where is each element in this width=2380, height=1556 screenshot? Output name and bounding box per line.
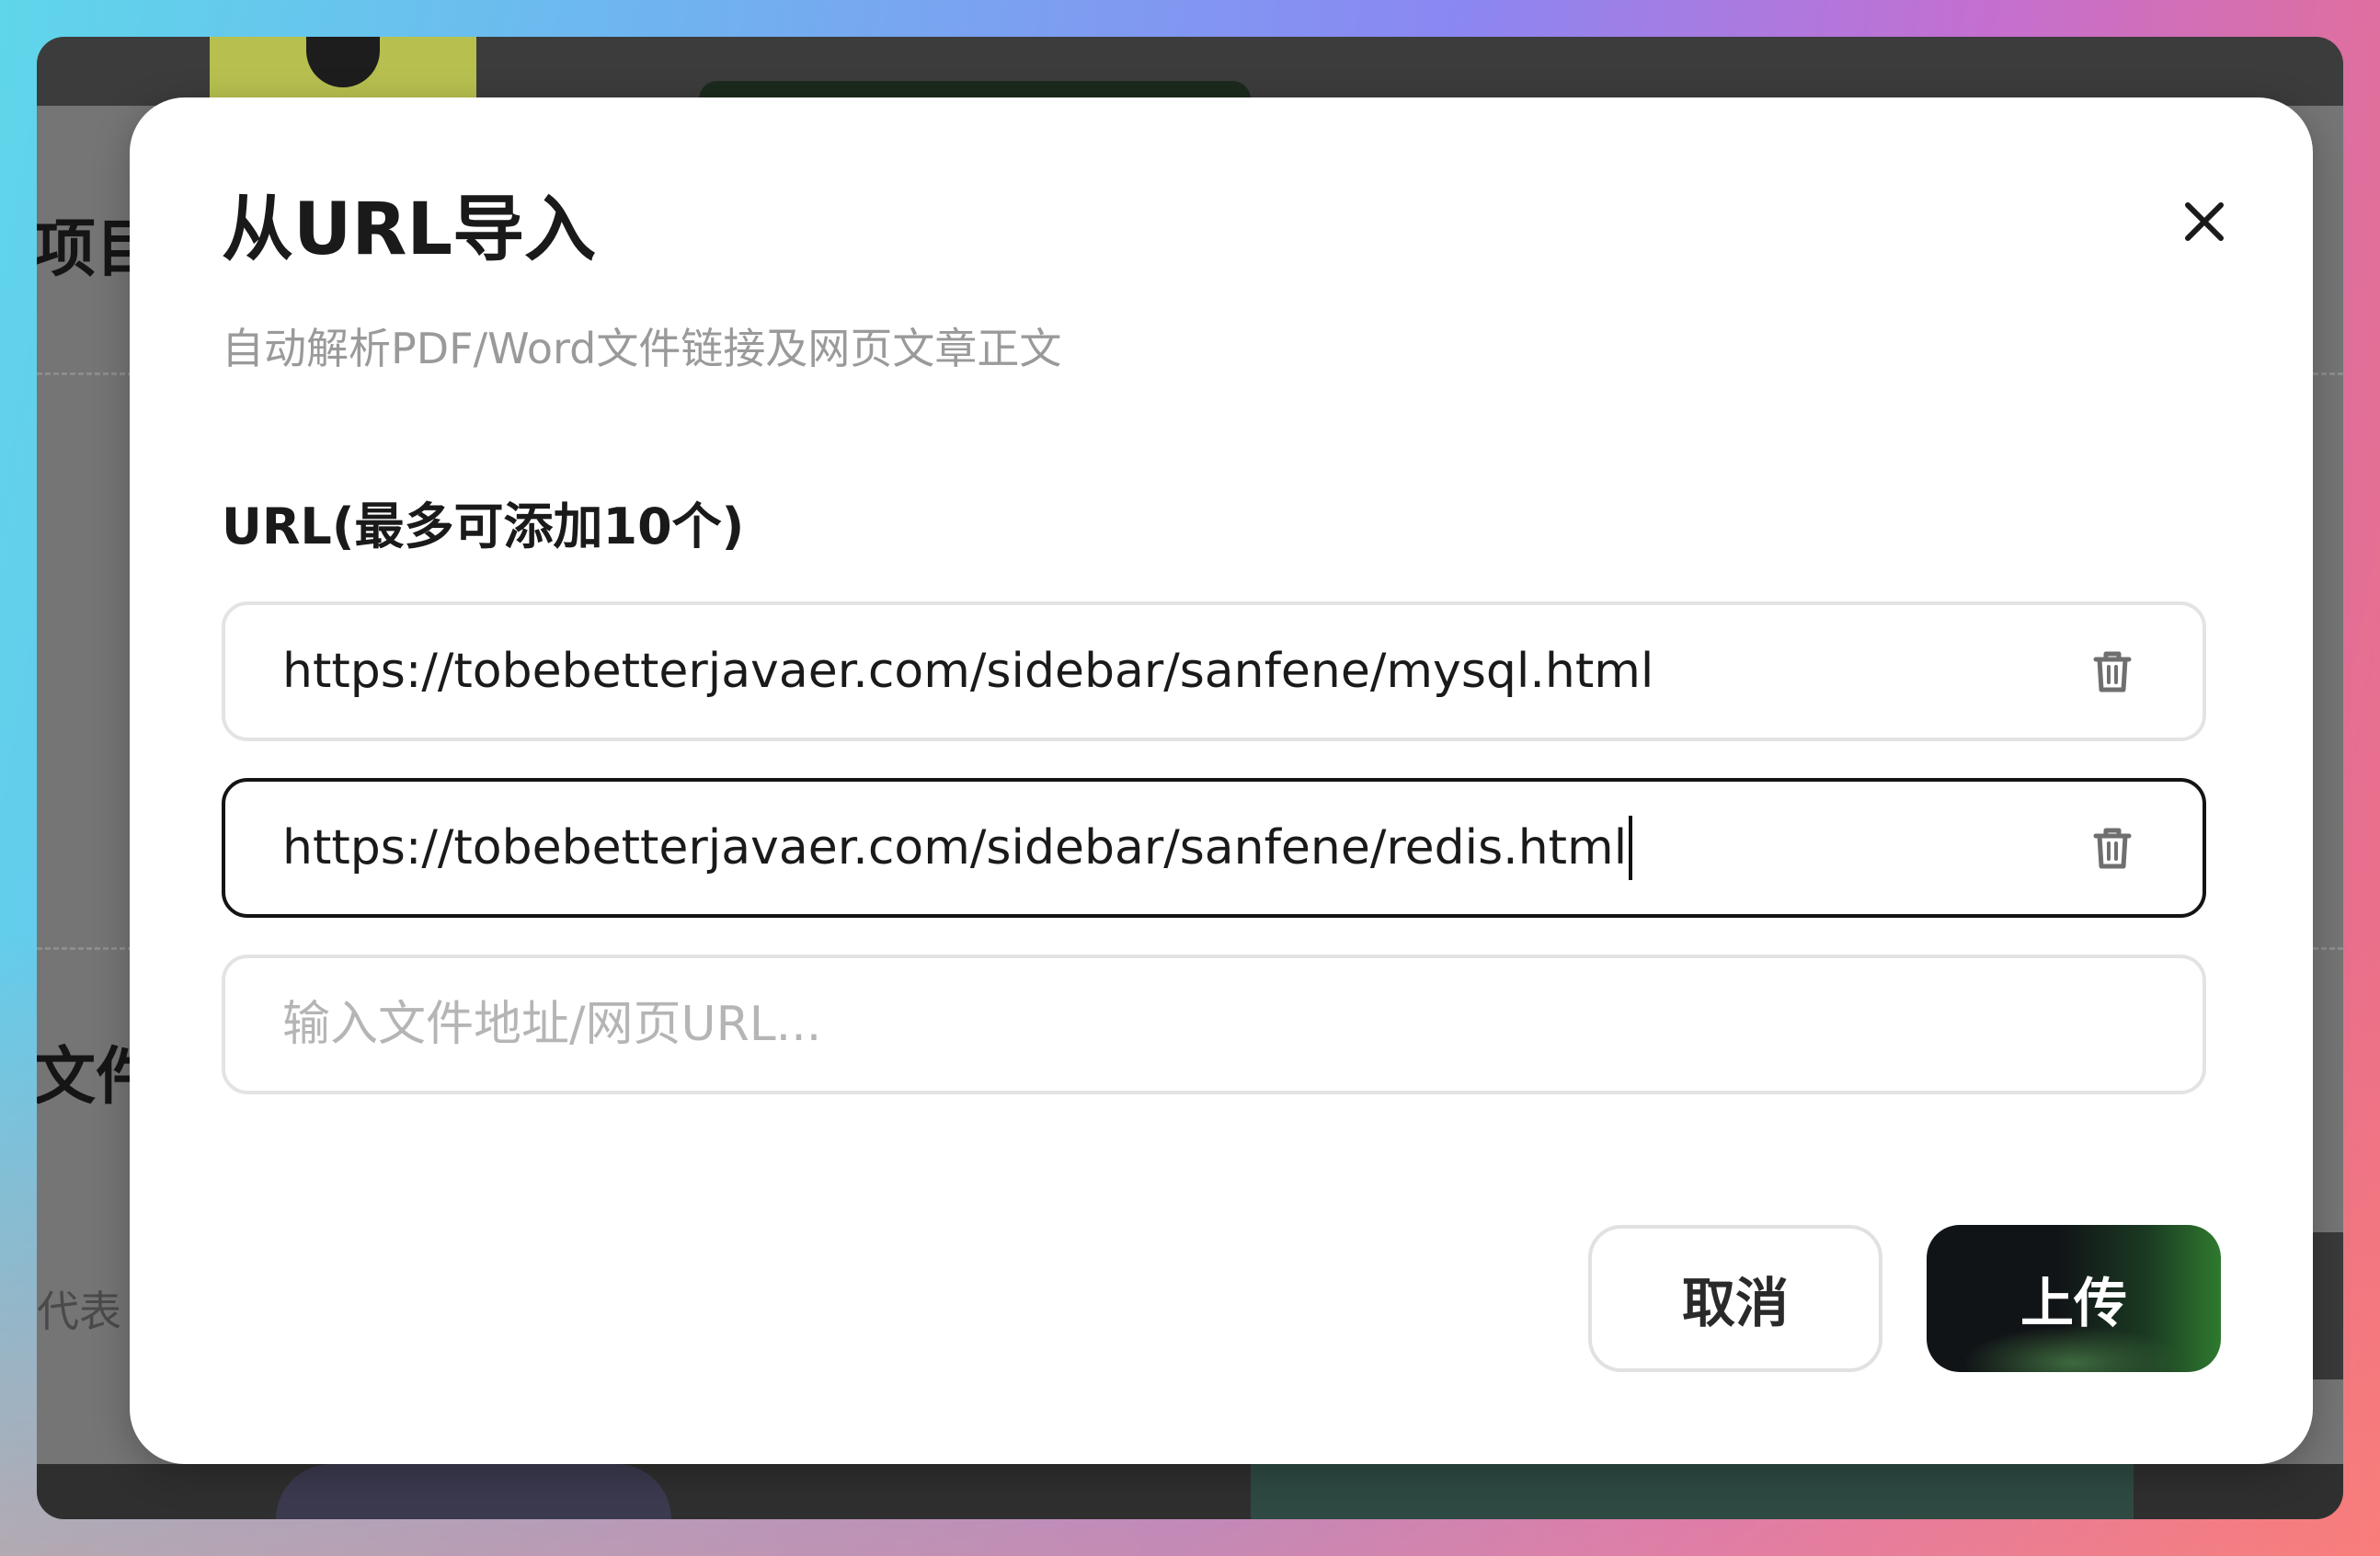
dialog-title: 从URL导入 xyxy=(222,189,597,271)
backdrop-thumbnail xyxy=(210,37,476,106)
cancel-button[interactable]: 取消 xyxy=(1588,1225,1882,1372)
trash-icon xyxy=(2093,828,2132,869)
close-icon xyxy=(2185,202,2224,241)
url-value: https://tobebetterjavaer.com/sidebar/san… xyxy=(282,644,1654,699)
dialog-subtitle: 自动解析PDF/Word文件链接及网页文章正文 xyxy=(222,324,1062,373)
url-value: https://tobebetterjavaer.com/sidebar/san… xyxy=(282,820,1628,875)
backdrop-image xyxy=(276,1464,671,1519)
url-row: https://tobebetterjavaer.com/sidebar/san… xyxy=(222,601,2206,741)
trash-icon xyxy=(2093,651,2132,692)
url-row-active: https://tobebetterjavaer.com/sidebar/san… xyxy=(222,778,2206,918)
import-url-dialog: 从URL导入 自动解析PDF/Word文件链接及网页文章正文 URL(最多可添加… xyxy=(130,97,2313,1464)
delete-url-button[interactable] xyxy=(2087,646,2138,697)
new-url-input[interactable] xyxy=(282,958,2030,1091)
url-row-empty xyxy=(222,955,2206,1094)
url-field-label: URL(最多可添加10个) xyxy=(222,498,745,555)
url-input[interactable]: https://tobebetterjavaer.com/sidebar/san… xyxy=(282,782,1633,914)
backdrop-image xyxy=(1251,1464,2134,1519)
text-caret xyxy=(1629,816,1633,880)
backdrop-text: 代表 xyxy=(37,1287,121,1336)
url-input[interactable]: https://tobebetterjavaer.com/sidebar/san… xyxy=(282,605,1653,738)
delete-url-button[interactable] xyxy=(2087,822,2138,874)
close-button[interactable] xyxy=(2168,185,2241,258)
upload-button[interactable]: 上传 xyxy=(1927,1225,2221,1372)
